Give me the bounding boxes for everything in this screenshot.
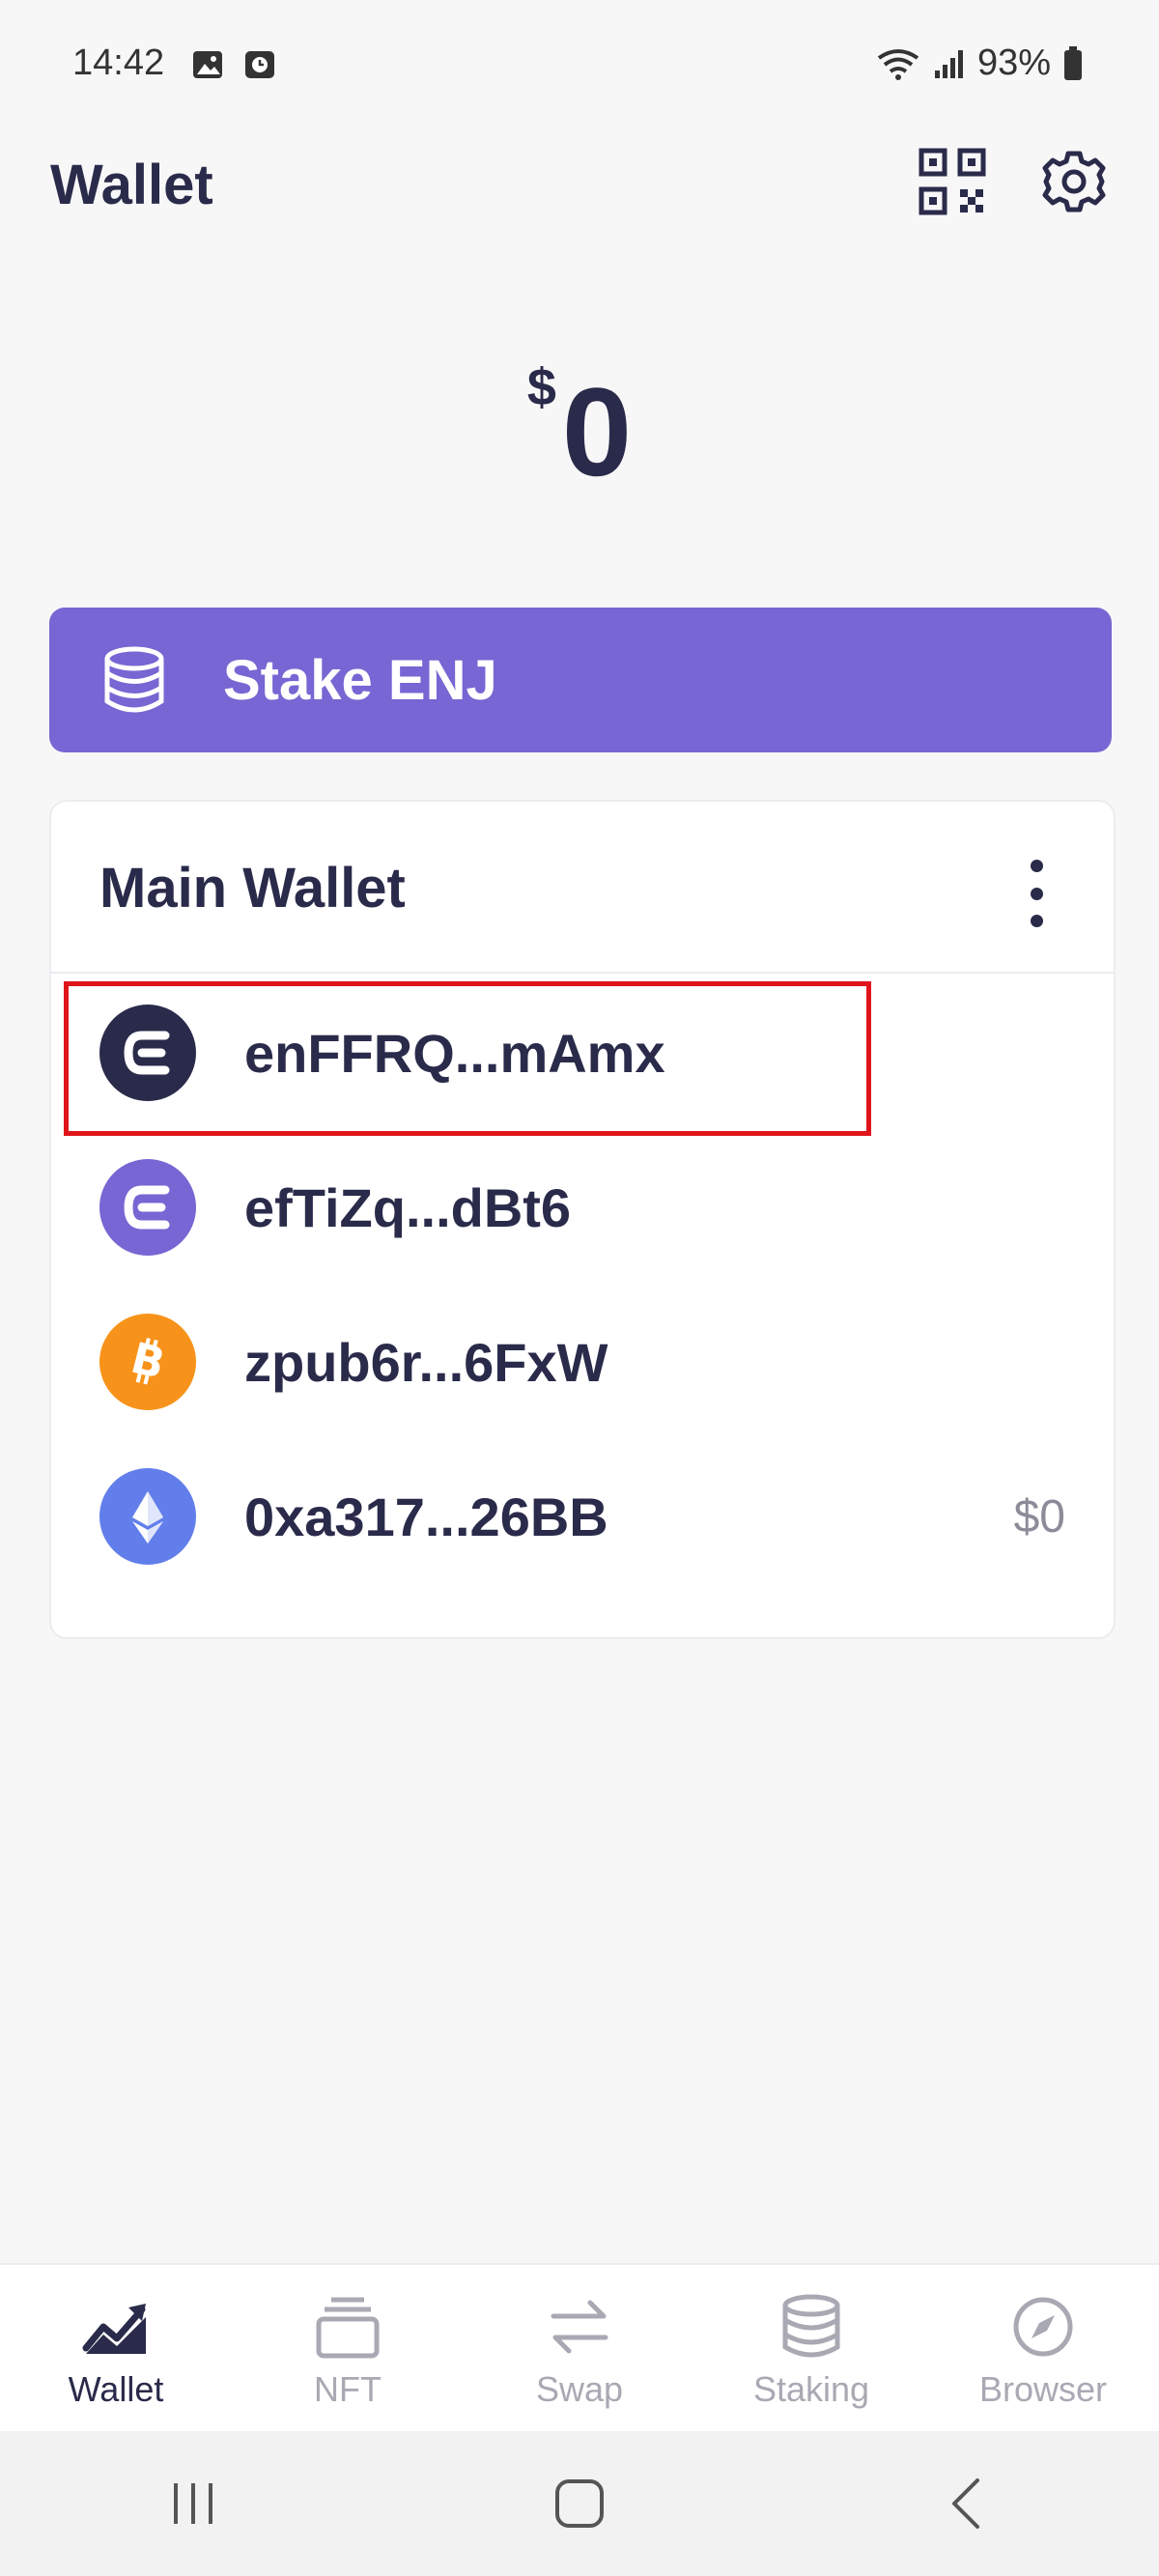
stake-enj-button[interactable]: Stake ENJ bbox=[49, 608, 1112, 752]
gallery-icon bbox=[191, 48, 224, 81]
enjin-coin-icon bbox=[99, 1159, 196, 1256]
account-row-enjin-2[interactable]: efTiZq...dBt6 bbox=[51, 1130, 1114, 1285]
wallet-card: Main Wallet enFFRQ...mAmx efTiZq...dBt6 … bbox=[49, 800, 1116, 1639]
status-right: 93% bbox=[875, 42, 1084, 84]
bottom-nav: Wallet NFT Swap Staking Browser bbox=[0, 2263, 1159, 2433]
nav-item-staking[interactable]: Staking bbox=[695, 2265, 927, 2433]
nav-item-browser[interactable]: Browser bbox=[927, 2265, 1159, 2433]
account-row-ethereum[interactable]: 0xa317...26BB $0 bbox=[51, 1439, 1114, 1594]
chart-trend-icon bbox=[77, 2288, 155, 2365]
nav-label: Swap bbox=[535, 2369, 624, 2409]
stake-label: Stake ENJ bbox=[223, 648, 497, 712]
account-value: $0 bbox=[1013, 1490, 1065, 1543]
settings-button[interactable] bbox=[1037, 145, 1111, 218]
swap-arrows-icon bbox=[541, 2288, 618, 2365]
account-address: zpub6r...6FxW bbox=[244, 1331, 608, 1393]
more-options-button[interactable] bbox=[1017, 860, 1056, 927]
home-icon bbox=[555, 2479, 604, 2528]
nav-item-nft[interactable]: NFT bbox=[232, 2265, 464, 2433]
nav-label: Staking bbox=[752, 2369, 870, 2409]
currency-symbol: $ bbox=[526, 358, 556, 416]
battery-icon bbox=[1064, 45, 1082, 80]
database-coins-icon bbox=[104, 646, 164, 713]
nav-item-wallet[interactable]: Wallet bbox=[0, 2265, 232, 2433]
nav-label: Wallet bbox=[68, 2369, 164, 2409]
ethereum-coin-icon bbox=[99, 1468, 196, 1565]
account-address: efTiZq...dBt6 bbox=[244, 1176, 572, 1238]
home-button[interactable] bbox=[522, 2446, 637, 2562]
clock-icon bbox=[243, 48, 276, 81]
recent-apps-icon bbox=[174, 2483, 212, 2524]
database-coins-icon bbox=[773, 2288, 850, 2365]
wallet-card-header: Main Wallet bbox=[51, 802, 1114, 974]
account-row-bitcoin[interactable]: B zpub6r...6FxW bbox=[51, 1285, 1114, 1439]
signal-icon bbox=[934, 49, 963, 78]
balance-amount: 0 bbox=[561, 361, 633, 502]
kebab-dot bbox=[1030, 887, 1043, 900]
page-title: Wallet bbox=[50, 154, 213, 216]
total-balance: $ 0 bbox=[0, 348, 1159, 495]
wifi-icon bbox=[877, 48, 919, 80]
system-nav-bar bbox=[0, 2431, 1159, 2576]
battery-percent: 93% bbox=[976, 42, 1051, 83]
bitcoin-coin-icon: B bbox=[99, 1314, 196, 1410]
nav-label: Browser bbox=[978, 2369, 1108, 2409]
selection-highlight bbox=[64, 981, 871, 1136]
compass-icon bbox=[1004, 2288, 1082, 2365]
nav-label: NFT bbox=[314, 2369, 382, 2409]
qr-code-button[interactable] bbox=[916, 145, 989, 218]
kebab-dot bbox=[1030, 915, 1043, 927]
nft-stack-icon bbox=[309, 2288, 386, 2365]
back-button[interactable] bbox=[908, 2446, 1024, 2562]
gear-icon bbox=[1042, 151, 1106, 212]
status-time: 14:42 bbox=[72, 42, 165, 83]
back-chevron-icon bbox=[952, 2478, 979, 2529]
account-address: 0xa317...26BB bbox=[244, 1486, 608, 1547]
kebab-dot bbox=[1030, 860, 1043, 872]
wallet-name: Main Wallet bbox=[99, 857, 406, 920]
recent-apps-button[interactable] bbox=[135, 2446, 251, 2562]
nav-item-swap[interactable]: Swap bbox=[464, 2265, 695, 2433]
qr-code-icon bbox=[919, 148, 986, 215]
